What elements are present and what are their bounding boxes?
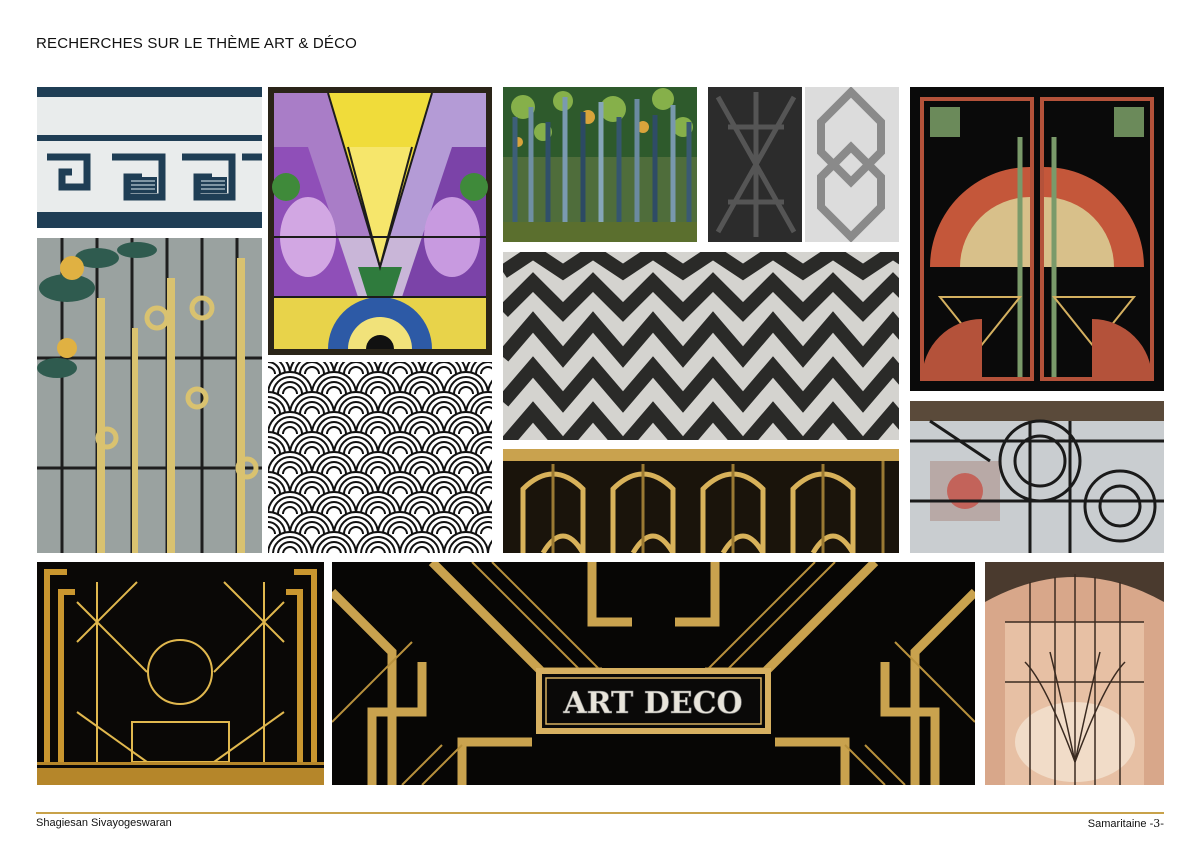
- forest-stained-glass-image: [503, 87, 697, 242]
- footer-author: Shagiesan Sivayogeswaran: [36, 817, 172, 829]
- page-title: RECHERCHES SUR LE THÈME ART & DÉCO: [36, 35, 358, 52]
- wrought-iron-window-image: [910, 401, 1164, 553]
- geometric-tile-pattern-image: [708, 87, 899, 242]
- art-deco-banner-image: ART DECO: [332, 562, 975, 785]
- chevron-fabric-image: [503, 252, 899, 440]
- footer-project-name: Samaritaine: [1087, 818, 1147, 830]
- brass-gate-image: [503, 449, 899, 553]
- ornate-doors-image: [910, 87, 1164, 391]
- floral-stained-glass-image: [37, 238, 262, 553]
- art-deco-banner-text: ART DECO: [562, 686, 742, 721]
- greek-key-frieze-image: [37, 87, 262, 228]
- footer-divider: [36, 812, 1164, 814]
- footer-page-number: -3-: [1149, 817, 1164, 830]
- fountain-stained-glass-image: [985, 562, 1164, 785]
- gold-frame-art-deco-image: [37, 562, 324, 785]
- fan-scale-pattern-image: [268, 362, 492, 553]
- stained-glass-window-image: [268, 87, 492, 355]
- footer-project: Samaritaine -3-: [1088, 817, 1164, 830]
